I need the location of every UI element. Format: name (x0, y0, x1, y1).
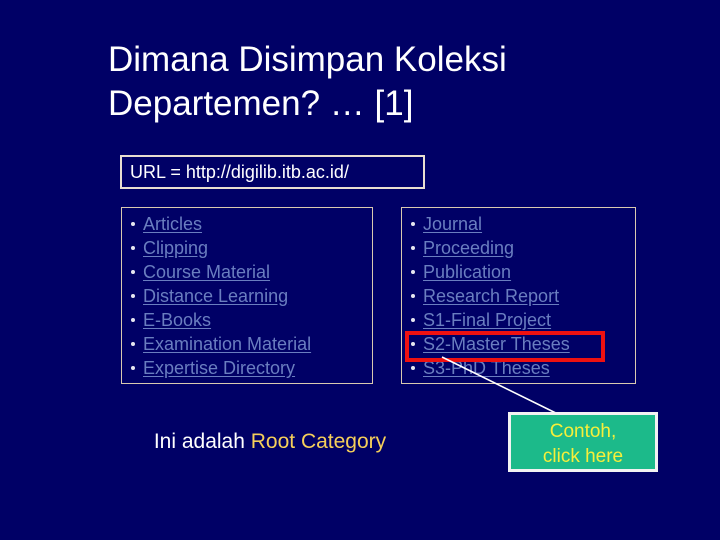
category-list-left: Articles Clipping Course Material Distan… (121, 207, 373, 384)
list-item-label: Expertise Directory (143, 358, 296, 378)
list-item-label: Articles (143, 214, 203, 234)
bullet-icon (411, 366, 415, 370)
list-item[interactable]: S1-Final Project (406, 308, 635, 332)
list-item-label: S3-PhD Theses (423, 358, 550, 378)
bullet-icon (131, 222, 135, 226)
list-item-label: S2-Master Theses (423, 334, 570, 354)
page-title: Dimana Disimpan Koleksi Departemen? … [1… (108, 40, 507, 123)
list-item[interactable]: Distance Learning (126, 284, 372, 308)
callout-line-1: Contoh, (549, 421, 617, 442)
bullet-icon (411, 270, 415, 274)
list-item-label: Journal (423, 214, 483, 234)
bullet-icon (131, 270, 135, 274)
list-item[interactable]: Expertise Directory (126, 356, 372, 380)
list-item-label: Examination Material (143, 334, 312, 354)
list-item-label: S1-Final Project (423, 310, 552, 330)
list-item-label: Research Report (423, 286, 560, 306)
list-item[interactable]: Proceeding (406, 236, 635, 260)
slide-canvas: Dimana Disimpan Koleksi Departemen? … [1… (0, 0, 720, 540)
list-item-label: Course Material (143, 262, 271, 282)
list-item[interactable]: Course Material (126, 260, 372, 284)
bullet-icon (131, 294, 135, 298)
bullet-icon (411, 318, 415, 322)
list-item[interactable]: E-Books (126, 308, 372, 332)
list-item-label: Publication (423, 262, 512, 282)
bullet-icon (131, 342, 135, 346)
bullet-icon (131, 318, 135, 322)
list-item-label: Proceeding (423, 238, 515, 258)
list-item[interactable]: Research Report (406, 284, 635, 308)
list-item-label: Distance Learning (143, 286, 289, 306)
list-item[interactable]: Journal (406, 212, 635, 236)
example-callout-box[interactable]: Contoh, click here (508, 412, 658, 472)
list-item[interactable]: Clipping (126, 236, 372, 260)
root-category-caption: Ini adalah Root Category (120, 430, 420, 454)
bullet-icon (411, 222, 415, 226)
callout-line-2: click here (542, 446, 624, 467)
bullet-icon (131, 366, 135, 370)
list-item-label: Clipping (143, 238, 209, 258)
bullet-icon (131, 246, 135, 250)
root-caption-prefix: Ini adalah (153, 430, 251, 453)
list-item-highlighted[interactable]: S2-Master Theses (406, 332, 635, 356)
list-item[interactable]: Examination Material (126, 332, 372, 356)
category-list-right: Journal Proceeding Publication Research … (401, 207, 636, 384)
bullet-icon (411, 294, 415, 298)
bullet-icon (411, 342, 415, 346)
list-item[interactable]: Articles (126, 212, 372, 236)
list-item[interactable]: S3-PhD Theses (406, 356, 635, 380)
root-caption-emphasis: Root Category (250, 430, 387, 453)
bullet-icon (411, 246, 415, 250)
list-item-label: E-Books (143, 310, 212, 330)
list-item[interactable]: Publication (406, 260, 635, 284)
url-banner: URL = http://digilib.itb.ac.id/ (120, 155, 425, 189)
